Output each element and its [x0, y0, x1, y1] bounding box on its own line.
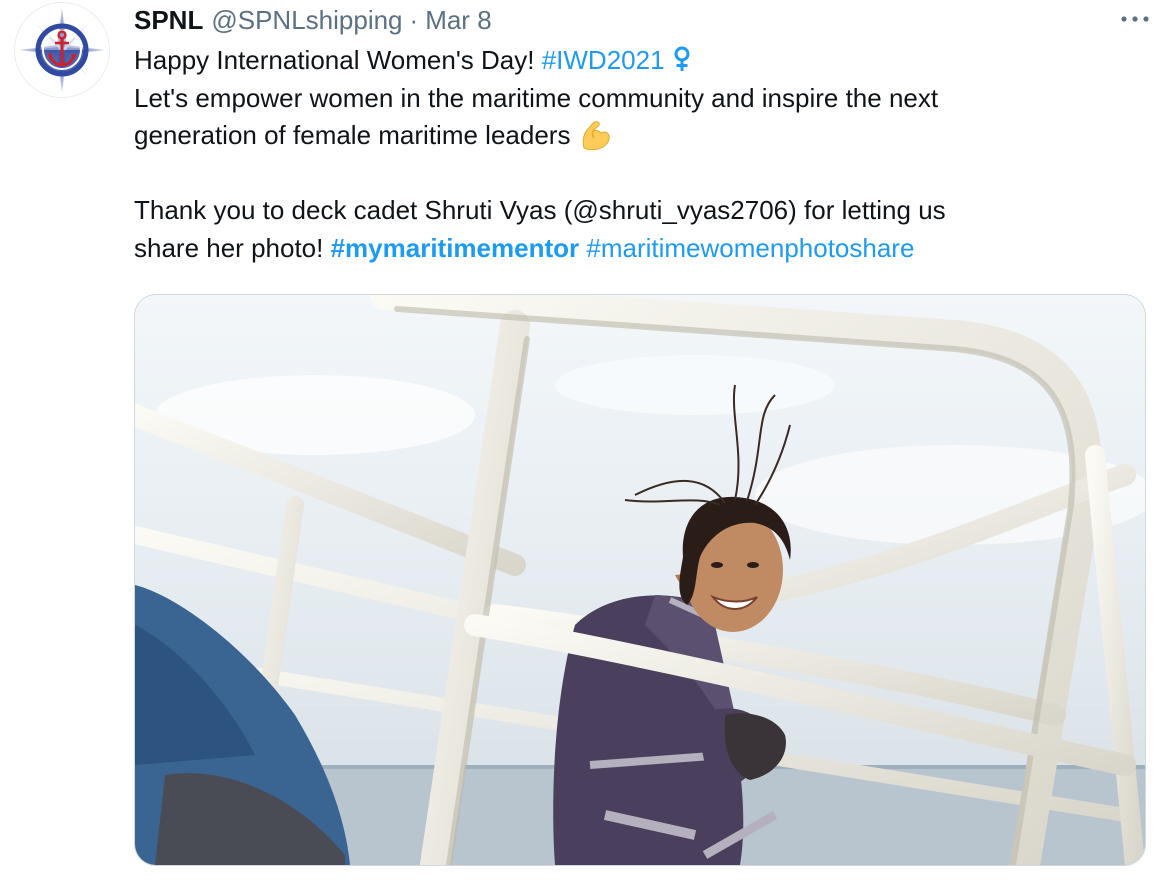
tweet-photo[interactable] — [134, 294, 1146, 866]
tweet-line-3: generation of female maritime leaders — [134, 117, 1144, 155]
photo-deck-cadet — [135, 295, 1145, 865]
mention-shruti[interactable]: (@shruti_vyas2706) — [564, 195, 797, 225]
more-icon — [1121, 16, 1149, 22]
author-handle[interactable]: @SPNLshipping — [211, 4, 402, 36]
compass-anchor-logo-icon — [15, 3, 109, 97]
tweet-header: SPNL @SPNLshipping · Mar 8 — [134, 4, 492, 36]
tweet-text: Happy International Women's Day! #IWD202… — [134, 42, 1144, 267]
author-name[interactable]: SPNL — [134, 4, 203, 36]
tweet-line-2: Let's empower women in the maritime comm… — [134, 82, 939, 113]
share-text: share her photo! — [134, 232, 324, 263]
header-separator: · — [409, 5, 419, 35]
flexed-biceps-icon — [578, 120, 612, 151]
hashtag-maritimewomenphotoshare[interactable]: #maritimewomenphotoshare — [586, 233, 914, 263]
tweet: SPNL @SPNLshipping · Mar 8 Happy Interna… — [0, 0, 1166, 888]
tweet-date[interactable]: Mar 8 — [425, 4, 491, 36]
tweet-line-5: share her photo! #mymaritimementor #mari… — [134, 230, 1144, 268]
thanks-text: Thank you to deck cadet Shruti Vyas — [134, 195, 557, 225]
tweet-line-4: Thank you to deck cadet Shruti Vyas (@sh… — [134, 192, 1144, 230]
avatar[interactable] — [14, 2, 110, 98]
tweet-line-3-text: generation of female maritime leaders — [134, 120, 571, 150]
hashtag-mymaritimementor[interactable]: #mymaritimementor — [331, 233, 580, 263]
hashtag-iwd2021[interactable]: #IWD2021 — [542, 45, 665, 75]
tweet-line-1: Happy International Women's Day! #IWD202… — [134, 42, 1144, 80]
female-sign-icon — [672, 45, 692, 75]
greeting-text: Happy International Women's Day! — [134, 45, 535, 75]
thanks-suffix: for letting us — [804, 195, 946, 225]
more-button[interactable] — [1118, 6, 1152, 32]
